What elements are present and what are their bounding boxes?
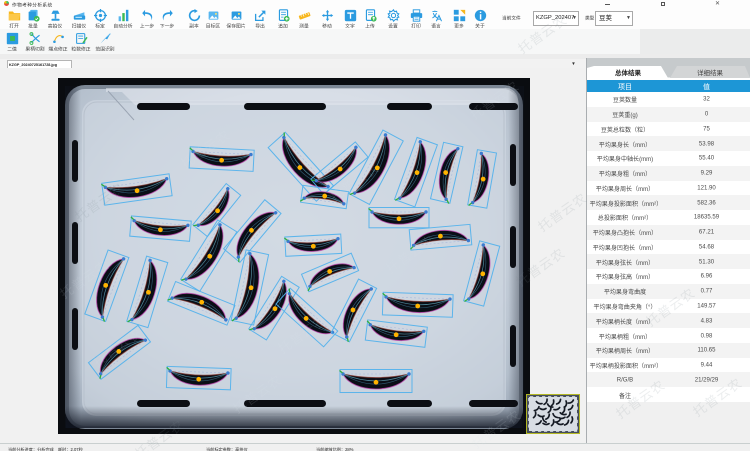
svg-text:详细结果: 详细结果 (697, 68, 724, 77)
svg-text:总体结果: 总体结果 (615, 68, 642, 77)
